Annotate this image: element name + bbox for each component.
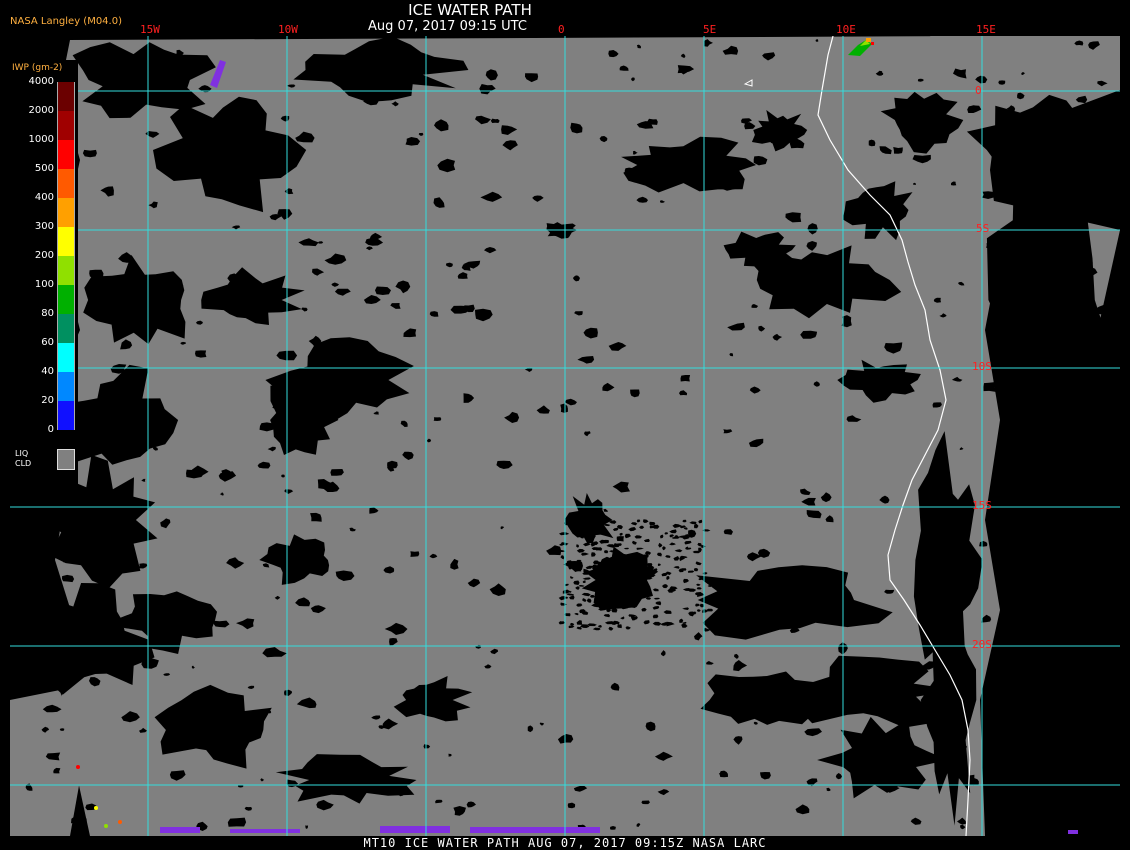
lon-label-10e: 10E	[836, 23, 856, 36]
legend-tick-100: 100	[34, 279, 54, 290]
clear-speck-368	[998, 80, 1006, 85]
legend-unit: IWP (gm-2)	[12, 63, 63, 73]
clear-speck-154	[410, 551, 420, 557]
legend-swatch-1000	[57, 140, 75, 169]
legend-swatch-100	[57, 285, 75, 314]
lat-label-0: 0	[975, 84, 982, 97]
clear-speck-6	[1021, 295, 1027, 301]
map-datetime: Aug 07, 2017 09:15 UTC	[368, 19, 527, 34]
clear-speck-87	[1012, 684, 1020, 688]
legend-tick-2000: 2000	[28, 105, 54, 116]
clear-speck-405	[62, 574, 75, 583]
liquid-cloud-swatch	[57, 449, 75, 470]
lon-label-15e: 15E	[976, 23, 996, 36]
legend-swatch-80	[57, 314, 75, 343]
legend-tick-200: 200	[34, 250, 54, 261]
legend-tick-500: 500	[34, 163, 54, 174]
legend-swatch-300	[57, 227, 75, 256]
legend-swatch-20	[57, 401, 75, 430]
clear-speck-284	[893, 147, 903, 154]
lat-label-20s: 20S	[972, 638, 992, 651]
legend-swatch-60	[57, 343, 75, 372]
legend-swatch-2000	[57, 111, 75, 140]
satellite-map	[10, 36, 1120, 836]
lat-label-15s: 15S	[972, 499, 992, 512]
clear-speck-301	[114, 419, 118, 422]
lon-label-10w: 10W	[278, 23, 298, 36]
clear-speck-120	[983, 382, 996, 392]
legend-tick-0: 0	[47, 424, 54, 435]
legend-tick-20: 20	[41, 395, 54, 406]
legend-tick-400: 400	[34, 192, 54, 203]
lon-label-5e: 5E	[703, 23, 717, 36]
legend-swatch-200	[57, 256, 75, 285]
legend-tick-4000: 4000	[28, 76, 54, 87]
legend-swatch-40	[57, 372, 75, 401]
clear-speck-272	[1063, 275, 1069, 279]
legend-tick-40: 40	[41, 366, 54, 377]
legend-tick-80: 80	[41, 308, 54, 319]
legend-swatch-500	[57, 169, 75, 198]
legend-tick-60: 60	[41, 337, 54, 348]
legend-swatch-400	[57, 198, 75, 227]
clear-speck-239	[680, 375, 691, 382]
map-title: ICE WATER PATH	[408, 1, 532, 19]
legend-swatch-4000	[57, 82, 75, 111]
lat-label-10s: 10S	[972, 360, 992, 373]
lat-label-5s: 5S	[976, 222, 990, 235]
clear-speck-327	[82, 149, 97, 158]
clear-speck-178	[433, 417, 442, 421]
map-area	[10, 36, 1120, 836]
clear-speck-166	[641, 800, 650, 805]
clear-speck-165	[227, 817, 247, 827]
lon-label-15w: 15W	[140, 23, 160, 36]
color-legend: IWP (gm-2) 4000 2000 1000 500 400 300 200 100 80…	[10, 60, 78, 485]
clear-speck-401	[74, 658, 82, 664]
clear-speck-225	[616, 536, 624, 542]
ice-water-path-map: ICE WATER PATH Aug 07, 2017 09:15 UTC NA…	[0, 0, 1130, 850]
clear-stipple-115	[649, 521, 656, 526]
legend-tick-300: 300	[34, 221, 54, 232]
legend-tick-1000: 1000	[28, 134, 54, 145]
clear-speck-203	[195, 350, 207, 358]
liquid-cloud-label: LIQ CLD	[15, 449, 32, 468]
footer-caption: MT10 ICE WATER PATH AUG 07, 2017 09:15Z …	[363, 836, 767, 850]
producer-label: NASA Langley (M04.0)	[10, 16, 122, 27]
lon-label-0: 0	[558, 23, 565, 36]
